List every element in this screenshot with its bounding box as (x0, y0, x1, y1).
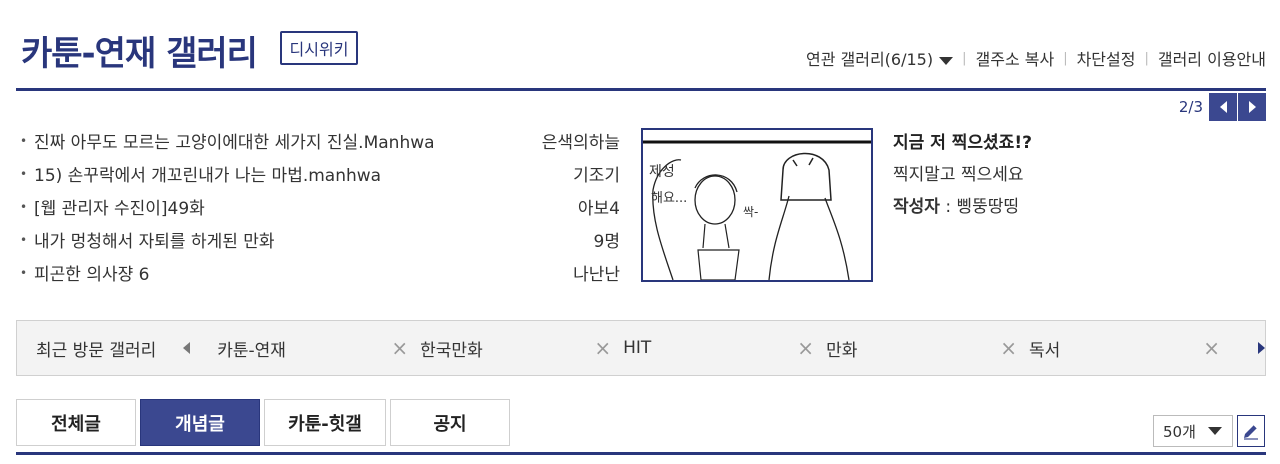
close-icon[interactable]: × (1000, 336, 1017, 360)
concept-post-list: • 진짜 아무도 모르는 고양이에대한 세가지 진실.Manhwa 은색의하늘 • 1… (20, 124, 620, 289)
pager-count: 2/3 (1178, 98, 1203, 116)
recent-gallery-name[interactable]: HIT (623, 338, 651, 358)
recent-gallery-item[interactable]: HIT × (623, 321, 826, 375)
per-page-select[interactable]: 50개 (1153, 415, 1233, 447)
featured-subtitle: 찍지말고 찍으세요 (893, 165, 1024, 185)
list-item[interactable]: • 내가 멍청해서 자퇴를 하게된 만화 9명 (20, 223, 620, 256)
thumb-text-2: 해요... (651, 191, 687, 206)
post-title[interactable]: 15) 손꾸락에서 개꼬린내가 나는 마법.manhwa (34, 161, 573, 186)
recent-gallery-name[interactable]: 만화 (826, 336, 857, 361)
write-button[interactable] (1237, 415, 1265, 447)
recent-gallery-name[interactable]: 한국만화 (420, 336, 483, 361)
close-icon[interactable]: × (391, 336, 408, 360)
recent-gallery-name[interactable]: 카툰-연재 (217, 336, 286, 361)
featured-author: 작성자 : 삥뚱땅띵 (893, 192, 1032, 217)
header-rule (16, 88, 1266, 91)
recent-galleries-bar: 최근 방문 갤러리 카툰-연재 × 한국만화 × HIT × 만화 × 독서 × (16, 320, 1266, 376)
tab-notice[interactable]: 공지 (390, 399, 510, 446)
recent-gallery-item[interactable]: 만화 × (826, 321, 1029, 375)
gallery-guide-link[interactable]: 갤러리 이용안내 (1158, 46, 1266, 70)
gallery-header: 카툰-연재 갤러리 디시위키 연관 갤러리(6/15) | 갤주소 복사 | 차… (16, 0, 1266, 92)
post-author[interactable]: 나난난 (573, 260, 620, 285)
list-item[interactable]: • [웹 관리자 수진이]49화 아보4 (20, 190, 620, 223)
header-links: 연관 갤러리(6/15) | 갤주소 복사 | 차단설정 | 갤러리 이용안내 (806, 46, 1266, 70)
post-title[interactable]: [웹 관리자 수진이]49화 (34, 194, 578, 219)
comic-sketch-image: 제성 해요... 싹- (643, 140, 871, 280)
post-title[interactable]: 진짜 아무도 모르는 고양이에대한 세가지 진실.Manhwa (34, 128, 542, 153)
pencil-icon (1244, 424, 1258, 440)
recent-gallery-item[interactable]: 한국만화 × (420, 321, 623, 375)
bullet: • (20, 166, 28, 181)
post-author[interactable]: 아보4 (578, 194, 620, 219)
author-name[interactable]: 삥뚱땅띵 (956, 197, 1019, 217)
list-item[interactable]: • 진짜 아무도 모르는 고양이에대한 세가지 진실.Manhwa 은색의하늘 (20, 124, 620, 157)
caret-down-icon (939, 56, 954, 65)
related-gallery-link[interactable]: 연관 갤러리(6/15) (806, 46, 954, 70)
concept-pager: 2/3 (1179, 93, 1266, 121)
author-label: 작성자 (893, 197, 940, 217)
pager-prev-button[interactable] (1209, 93, 1237, 121)
recent-gallery-item[interactable]: 카툰-연재 × (217, 321, 420, 375)
list-top-rule (16, 452, 1266, 455)
featured-post: 지금 저 찍으셨죠!? 찍지말고 찍으세요 작성자 : 삥뚱땅띵 (893, 128, 1032, 217)
post-author[interactable]: 기조기 (573, 161, 620, 186)
post-title[interactable]: 피곤한 의사쟝 6 (34, 260, 573, 285)
tab-all[interactable]: 전체글 (16, 399, 136, 446)
related-gallery-label: 연관 갤러리(6/15) (806, 50, 934, 69)
recent-gallery-item[interactable]: 독서 × (1029, 321, 1232, 375)
recent-galleries-label: 최근 방문 갤러리 (36, 340, 157, 361)
recent-gallery-name[interactable]: 독서 (1029, 336, 1060, 361)
pager-next-button[interactable] (1238, 93, 1266, 121)
copy-address-link[interactable]: 갤주소 복사 (976, 46, 1055, 70)
featured-title[interactable]: 지금 저 찍으셨죠!? (893, 128, 1032, 158)
arrow-left-icon[interactable] (183, 342, 191, 354)
list-item[interactable]: • 15) 손꾸락에서 개꼬린내가 나는 마법.manhwa 기조기 (20, 157, 620, 190)
per-page-value: 50개 (1163, 422, 1196, 441)
close-icon[interactable]: × (594, 336, 611, 360)
divider: | (1063, 50, 1068, 66)
bullet: • (20, 232, 28, 247)
post-tabs: 전체글 개념글 카툰-힛갤 공지 (16, 399, 514, 446)
bullet: • (20, 199, 28, 214)
gallery-title[interactable]: 카툰-연재 갤러리 (21, 26, 258, 75)
list-item[interactable]: • 피곤한 의사쟝 6 나난난 (20, 256, 620, 289)
thumb-text-1: 제성 (649, 164, 675, 180)
author-separator: : (939, 197, 957, 217)
close-icon[interactable]: × (1203, 336, 1220, 360)
bullet: • (20, 133, 28, 148)
divider: | (1144, 50, 1149, 66)
block-settings-link[interactable]: 차단설정 (1077, 46, 1136, 70)
thumb-text-3: 싹- (743, 205, 758, 219)
featured-thumbnail[interactable]: 제성 해요... 싹- (641, 128, 873, 282)
bullet: • (20, 265, 28, 280)
arrow-right-icon (1248, 101, 1256, 113)
tab-concept[interactable]: 개념글 (140, 399, 260, 446)
arrow-left-icon (1219, 101, 1227, 113)
arrow-right-icon[interactable] (1257, 342, 1265, 354)
close-icon[interactable]: × (797, 336, 814, 360)
post-author[interactable]: 9명 (594, 227, 620, 252)
post-title[interactable]: 내가 멍청해서 자퇴를 하게된 만화 (34, 227, 594, 252)
wiki-button[interactable]: 디시위키 (280, 31, 358, 65)
tab-cartoon-hit[interactable]: 카툰-힛갤 (264, 399, 386, 446)
caret-down-icon (1207, 427, 1222, 435)
divider: | (962, 50, 967, 66)
post-author[interactable]: 은색의하늘 (542, 128, 620, 153)
